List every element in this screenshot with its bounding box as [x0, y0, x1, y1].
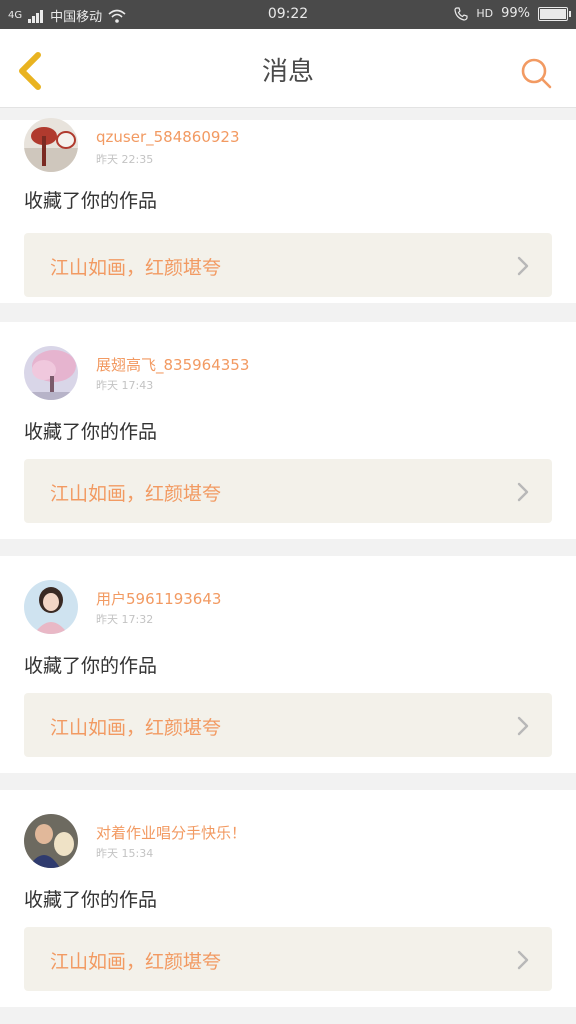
- message-action: 收藏了你的作品: [24, 889, 158, 911]
- work-title: 江山如画，红颜堪夸: [50, 717, 222, 739]
- status-bar: 4G 中国移动 09:22 HD 99%: [0, 0, 576, 29]
- message-action: 收藏了你的作品: [24, 655, 158, 677]
- nav-header: 消息: [0, 29, 576, 108]
- message-card: 对着作业唱分手快乐！ 昨天 15:34 收藏了你的作品 江山如画，红颜堪夸: [0, 790, 576, 1007]
- username[interactable]: 展翅高飞_835964353: [96, 354, 249, 375]
- message-time: 昨天 17:43: [96, 379, 154, 392]
- work-title: 江山如画，红颜堪夸: [50, 257, 222, 279]
- message-card: 展翅高飞_835964353 昨天 17:43 收藏了你的作品 江山如画，红颜堪…: [0, 322, 576, 539]
- status-right: HD 99%: [454, 6, 571, 21]
- work-link[interactable]: 江山如画，红颜堪夸: [24, 233, 552, 297]
- avatar[interactable]: [24, 580, 78, 634]
- battery-percent: 99%: [501, 6, 530, 21]
- chevron-right-icon: [517, 950, 529, 970]
- work-link[interactable]: 江山如画，红颜堪夸: [24, 927, 552, 991]
- work-link[interactable]: 江山如画，红颜堪夸: [24, 459, 552, 523]
- page-title: 消息: [261, 57, 314, 87]
- avatar[interactable]: [24, 814, 78, 868]
- search-icon[interactable]: [520, 57, 552, 89]
- work-link[interactable]: 江山如画，红颜堪夸: [24, 693, 552, 757]
- chevron-right-icon: [517, 716, 529, 736]
- chevron-right-icon: [517, 256, 529, 276]
- username[interactable]: 用户5961193643: [96, 588, 221, 609]
- battery-icon: [538, 6, 571, 21]
- avatar[interactable]: [24, 346, 78, 400]
- avatar[interactable]: [24, 118, 78, 172]
- message-action: 收藏了你的作品: [24, 421, 158, 443]
- hd-label: HD: [476, 7, 494, 20]
- message-time: 昨天 15:34: [96, 847, 154, 860]
- username[interactable]: 对着作业唱分手快乐！: [96, 822, 246, 843]
- work-title: 江山如画，红颜堪夸: [50, 483, 222, 505]
- message-card: 用户5961193643 昨天 17:32 收藏了你的作品 江山如画，红颜堪夸: [0, 556, 576, 773]
- message-time: 昨天 22:35: [96, 153, 154, 166]
- username[interactable]: qzuser_584860923: [96, 128, 240, 146]
- phone-icon: [454, 6, 468, 21]
- chevron-right-icon: [517, 482, 529, 502]
- battery-fill: [540, 8, 566, 19]
- message-card: qzuser_584860923 昨天 22:35 收藏了你的作品 江山如画，红…: [0, 118, 576, 303]
- message-action: 收藏了你的作品: [24, 190, 158, 212]
- message-time: 昨天 17:32: [96, 613, 154, 626]
- work-title: 江山如画，红颜堪夸: [50, 951, 222, 973]
